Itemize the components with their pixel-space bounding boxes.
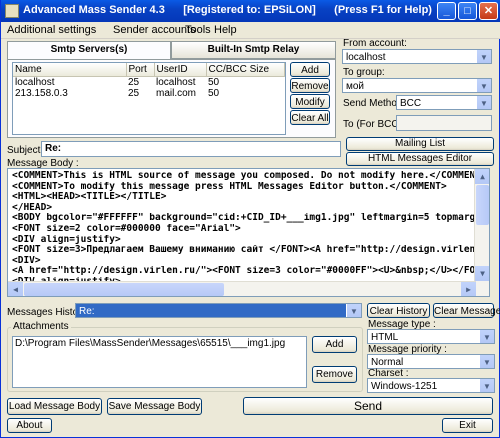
to-group-value: мой — [346, 81, 365, 92]
send-button[interactable]: Send — [243, 397, 493, 415]
scroll-down-icon[interactable]: ▼ — [475, 266, 489, 281]
cell-userid: mail.com — [156, 87, 197, 99]
window-title: Advanced Mass Sender 4.3 [Registered to:… — [23, 4, 432, 16]
list-item[interactable]: D:\Program Files\MassSender\Messages\655… — [15, 338, 304, 349]
body-line: </HEAD> — [12, 202, 53, 213]
remove-server-button[interactable]: Remove — [290, 78, 330, 93]
maximize-icon[interactable]: □ — [458, 2, 477, 20]
to-bcc-field[interactable] — [396, 115, 492, 131]
add-server-button[interactable]: Add — [290, 62, 330, 77]
subject-label: Subject: — [7, 145, 44, 156]
messages-history-select[interactable]: Re: ▼ — [75, 303, 362, 318]
exit-button[interactable]: Exit — [442, 418, 493, 433]
from-account-select[interactable]: localhost ▼ — [342, 49, 492, 64]
from-account-value: localhost — [346, 52, 386, 63]
cell-port: 25 — [128, 76, 140, 88]
save-message-body-button[interactable]: Save Message Body — [107, 398, 202, 415]
menu-bar: Additional settings Sender accounts Tool… — [1, 22, 500, 39]
load-message-body-button[interactable]: Load Message Body — [7, 398, 102, 415]
body-line: <COMMENT>This is HTML source of message … — [12, 171, 485, 181]
close-icon[interactable]: ✕ — [479, 2, 498, 20]
html-messages-editor-button[interactable]: HTML Messages Editor — [346, 152, 494, 166]
add-attachment-button[interactable]: Add — [312, 336, 357, 353]
cell-size: 50 — [208, 76, 220, 88]
body-line: <FONT size=3>Предлагаем Вашему вниманию … — [12, 245, 485, 256]
title-help-hint: (Press F1 for Help) — [334, 4, 432, 16]
about-button[interactable]: About — [7, 418, 52, 433]
col-name[interactable]: Name — [13, 63, 127, 77]
body-line: <FONT size=2 color=#000000 face="Arial"> — [12, 223, 241, 234]
body-line: <BODY bgcolor="#FFFFFF" background="cid:… — [12, 213, 485, 224]
to-group-label: To group: — [343, 67, 385, 78]
chevron-down-icon[interactable]: ▼ — [476, 96, 491, 109]
title-app-name: Advanced Mass Sender 4.3 — [23, 4, 165, 16]
menu-additional-settings[interactable]: Additional settings — [7, 24, 96, 36]
chevron-down-icon[interactable]: ▼ — [476, 50, 491, 63]
minimize-icon[interactable]: _ — [437, 2, 456, 20]
scroll-up-icon[interactable]: ▲ — [475, 169, 489, 184]
col-port[interactable]: Port — [126, 63, 155, 77]
cell-userid: localhost — [156, 76, 196, 88]
tab-smtp-servers[interactable]: Smtp Servers(s) — [7, 41, 171, 59]
body-line: <DIV> — [12, 255, 41, 266]
col-ccbcc-size[interactable]: CC/BCC Size — [206, 63, 285, 77]
clear-message-button[interactable]: Clear Message — [433, 303, 500, 318]
chevron-down-icon[interactable]: ▼ — [479, 330, 494, 343]
tab-builtin-smtp-relay[interactable]: Built-In Smtp Relay — [171, 41, 336, 59]
main-window: Advanced Mass Sender 4.3 [Registered to:… — [0, 0, 500, 438]
scroll-right-icon[interactable]: ▶ — [461, 282, 476, 296]
menu-sender-accounts[interactable]: Sender accounts — [113, 24, 196, 36]
menu-help[interactable]: Help — [214, 24, 237, 36]
charset-select[interactable]: Windows-1251 ▼ — [367, 378, 495, 393]
cell-size: 50 — [208, 87, 220, 99]
history-value: Re: — [79, 306, 95, 317]
message-priority-select[interactable]: Normal ▼ — [367, 354, 495, 369]
col-userid[interactable]: UserID — [154, 63, 207, 77]
modify-server-button[interactable]: Modify — [290, 94, 330, 109]
chevron-down-icon[interactable]: ▼ — [479, 355, 494, 368]
attachments-label: Attachments — [11, 321, 71, 332]
table-row[interactable]: 213.158.0.3 25 mail.com 50 — [13, 88, 284, 99]
body-line: <DIV align=justify> — [12, 234, 121, 245]
mailing-list-button[interactable]: Mailing List — [346, 137, 494, 151]
cell-name: 213.158.0.3 — [15, 87, 68, 99]
charset-value: Windows-1251 — [371, 381, 438, 392]
menu-tools[interactable]: Tools — [185, 24, 211, 36]
body-line: <HTML><HEAD><TITLE></TITLE> — [12, 192, 167, 203]
send-method-select[interactable]: BCC ▼ — [396, 95, 492, 110]
server-table: Name Port UserID CC/BCC Size localhost 2… — [13, 63, 285, 99]
attachments-list[interactable]: D:\Program Files\MassSender\Messages\655… — [12, 336, 307, 388]
send-method-value: BCC — [400, 98, 422, 109]
scroll-thumb[interactable] — [476, 185, 489, 225]
title-registered: [Registered to: EPSiLON] — [183, 4, 316, 16]
cell-name: localhost — [15, 76, 55, 88]
body-line: <A href="http://design.virlen.ru/"><FONT… — [12, 266, 485, 277]
subject-input[interactable]: Re: — [41, 141, 341, 157]
remove-attachment-button[interactable]: Remove — [312, 366, 357, 383]
title-bar[interactable]: Advanced Mass Sender 4.3 [Registered to:… — [1, 0, 500, 22]
to-group-select[interactable]: мой ▼ — [342, 78, 492, 93]
body-vertical-scrollbar[interactable]: ▲ ▼ — [474, 169, 489, 296]
from-account-label: From account: — [343, 38, 407, 49]
clear-history-button[interactable]: Clear History — [367, 303, 430, 318]
message-type-select[interactable]: HTML ▼ — [367, 329, 495, 344]
to-bcc-label: To (For BCC) — [343, 119, 402, 130]
body-line: <COMMENT>To modify this message press HT… — [12, 181, 447, 192]
clear-all-servers-button[interactable]: Clear All — [290, 110, 330, 125]
table-row[interactable]: localhost 25 localhost 50 — [13, 76, 284, 88]
body-horizontal-scrollbar[interactable]: ◀ ▶ — [8, 281, 476, 296]
chevron-down-icon[interactable]: ▼ — [479, 379, 494, 392]
chevron-down-icon[interactable]: ▼ — [346, 304, 361, 317]
message-priority-value: Normal — [371, 357, 404, 368]
app-icon — [5, 4, 19, 18]
message-body-textarea[interactable]: <COMMENT>This is HTML source of message … — [7, 168, 490, 297]
scroll-thumb-horizontal[interactable] — [24, 283, 224, 296]
cell-port: 25 — [128, 87, 140, 99]
chevron-down-icon[interactable]: ▼ — [476, 79, 491, 92]
message-type-value: HTML — [371, 332, 399, 343]
scroll-left-icon[interactable]: ◀ — [8, 282, 23, 296]
